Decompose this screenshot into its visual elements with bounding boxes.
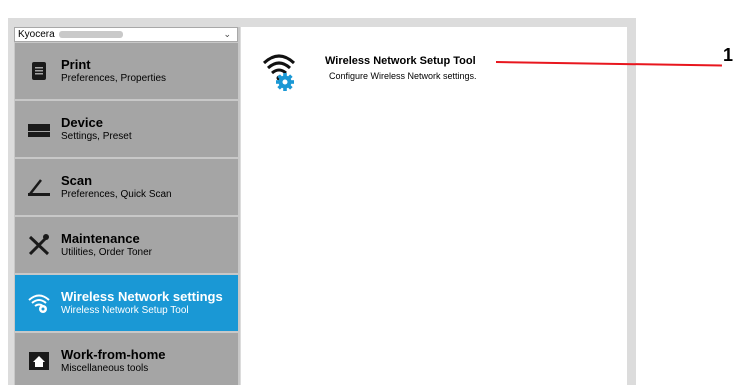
sidebar-item-subtitle: Utilities, Order Toner <box>61 247 152 258</box>
main-panel: Wireless Network Setup Tool Configure Wi… <box>241 27 627 385</box>
redacted-model-name <box>58 30 123 38</box>
tool-description: Configure Wireless Network settings. <box>329 71 477 81</box>
work-from-home-icon <box>29 352 49 370</box>
sidebar-item-scan[interactable]: Scan Preferences, Quick Scan <box>15 159 238 215</box>
sidebar-item-title: Maintenance <box>61 231 140 246</box>
sidebar: Kyocera ⌄ Print Preferences, Properties … <box>14 27 240 385</box>
sidebar-item-subtitle: Preferences, Quick Scan <box>61 189 172 200</box>
sidebar-item-subtitle: Wireless Network Setup Tool <box>61 305 189 316</box>
sidebar-item-device[interactable]: Device Settings, Preset <box>15 101 238 157</box>
sidebar-item-subtitle: Settings, Preset <box>61 131 132 142</box>
sidebar-item-print[interactable]: Print Preferences, Properties <box>15 43 238 99</box>
tool-title-link[interactable]: Wireless Network Setup Tool <box>325 55 476 67</box>
sidebar-item-maintenance[interactable]: Maintenance Utilities, Order Toner <box>15 217 238 273</box>
wireless-gear-icon[interactable] <box>261 49 297 91</box>
wireless-settings-icon <box>28 294 50 313</box>
sidebar-item-title: Device <box>61 115 103 130</box>
sidebar-item-title: Wireless Network settings <box>61 289 223 304</box>
sidebar-item-wireless-network-settings[interactable]: Wireless Network settings Wireless Netwo… <box>15 275 238 331</box>
sidebar-item-title: Print <box>61 57 91 72</box>
device-icon <box>28 124 50 137</box>
sidebar-item-title: Work-from-home <box>61 347 166 362</box>
sidebar-item-subtitle: Miscellaneous tools <box>61 363 149 374</box>
printer-select[interactable]: Kyocera ⌄ <box>14 27 238 42</box>
sidebar-item-subtitle: Preferences, Properties <box>61 73 167 84</box>
printer-select-value: Kyocera <box>18 29 55 40</box>
callout-number: 1 <box>723 45 734 65</box>
print-icon <box>32 62 46 80</box>
sidebar-item-work-from-home[interactable]: Work-from-home Miscellaneous tools <box>15 333 238 385</box>
sidebar-item-title: Scan <box>61 173 93 188</box>
maintenance-icon <box>28 234 50 256</box>
chevron-down-icon: ⌄ <box>223 29 231 39</box>
scan-icon <box>28 179 50 196</box>
